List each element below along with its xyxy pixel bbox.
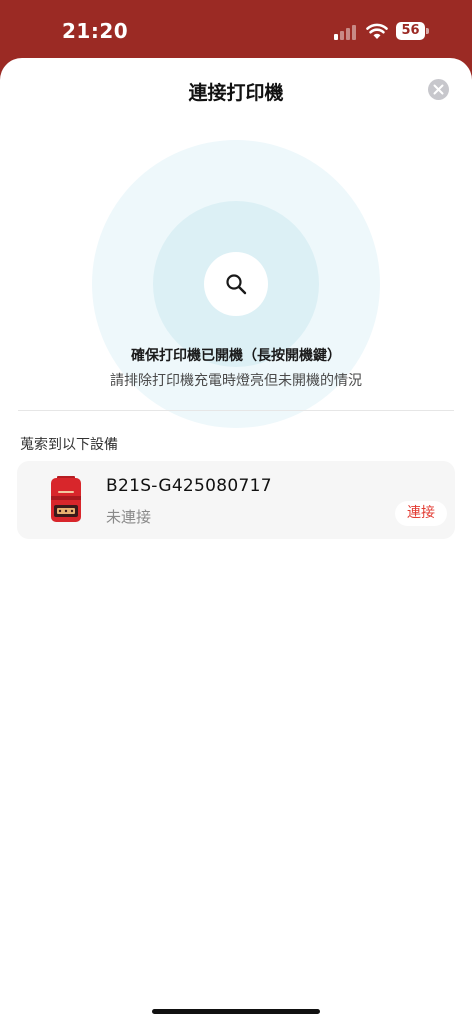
device-name: B21S-G425080717 (106, 476, 272, 496)
printer-icon (51, 476, 81, 522)
connect-button[interactable]: 連接 (395, 501, 447, 526)
found-devices-label: 蒐索到以下設備 (20, 437, 118, 453)
wifi-icon (366, 23, 388, 39)
close-button[interactable] (428, 79, 449, 100)
device-list-item[interactable]: B21S-G425080717 未連接 連接 (17, 461, 455, 539)
connect-printer-sheet: 連接打印機 確保打印機已開機（長按開機鍵） 請排除打印機充電時燈亮但未開機的情況… (0, 58, 472, 1024)
status-bar: 21:20 56 (0, 0, 472, 60)
hint-title: 確保打印機已開機（長按開機鍵） (131, 348, 341, 364)
hint-subtitle: 請排除打印機充電時燈亮但未開機的情況 (110, 373, 362, 389)
divider (18, 410, 454, 411)
sheet-title: 連接打印機 (188, 82, 284, 104)
battery-icon: 56 (396, 22, 430, 40)
device-status: 未連接 (106, 508, 152, 526)
status-time: 21:20 (62, 19, 129, 43)
search-icon (226, 274, 247, 295)
battery-level: 56 (401, 23, 420, 38)
signal-icon (334, 24, 360, 40)
close-icon (433, 84, 444, 95)
home-indicator[interactable] (152, 1009, 320, 1014)
scan-button[interactable] (204, 252, 268, 316)
